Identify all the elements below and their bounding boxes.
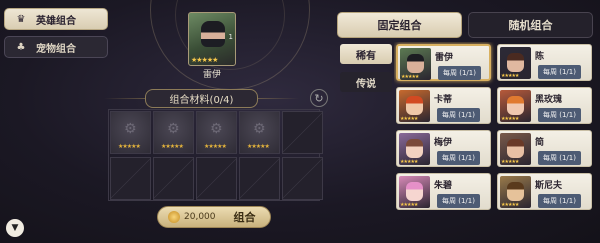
weekly-limit-badge: 每周 (1/1) <box>538 151 581 165</box>
sidebar-item-label: 宠物组合 <box>36 43 76 55</box>
hero-list-item[interactable]: ★★★★★ 雷伊每周 (1/1) <box>396 44 491 81</box>
weekly-limit-badge: 每周 (1/1) <box>438 66 481 80</box>
star-rating: ★★★★★ <box>401 74 419 80</box>
star-rating: ★★★★★ <box>501 202 519 208</box>
sidebar: ♛ 英雄组合 ♣ 宠物组合 <box>4 8 108 64</box>
hero-face <box>507 96 524 115</box>
star-rating: ★★★★★ <box>400 202 418 208</box>
hero-name: 黑玫瑰 <box>535 95 563 105</box>
hero-face <box>507 139 524 158</box>
hero-list-item[interactable]: ★★★★★ 梅伊每周 (1/1) <box>396 130 491 167</box>
rarity-rare[interactable]: 稀有 <box>340 44 392 64</box>
rarity-filter: 稀有 传说 <box>340 44 392 100</box>
hero-face <box>406 139 423 158</box>
hero-list-item[interactable]: ★★★★★ 简每周 (1/1) <box>497 130 592 167</box>
hero-list-item[interactable]: ★★★★★ 斯尼夫每周 (1/1) <box>497 173 592 210</box>
gold-coin-icon <box>168 211 180 223</box>
sidebar-item-label: 英雄组合 <box>36 15 76 27</box>
cost-value: 20,000 <box>184 212 216 222</box>
material-slot[interactable]: ⚙ ★★★★★ <box>239 111 280 154</box>
hero-face <box>507 53 524 72</box>
refresh-icon: ↻ <box>314 91 324 105</box>
combine-label: 组合 <box>233 211 256 224</box>
tab-random-combine[interactable]: 随机组合 <box>468 12 593 38</box>
weekly-limit-badge: 每周 (1/1) <box>437 108 480 122</box>
placeholder-hero-icon: ⚙ <box>253 121 266 137</box>
hero-portrait: ★★★★★ <box>399 133 430 165</box>
hero-list: ★★★★★ 雷伊 每周 (1/1) ★★★★★ 陈每周 (1/1) ★★★★★ 卡蒂 每周 (… <box>394 42 596 212</box>
tab-fixed-combine[interactable]: 固定组合 <box>337 12 462 38</box>
placeholder-hero-icon: ⚙ <box>210 121 223 137</box>
crown-icon: ♛ <box>16 13 26 25</box>
sidebar-item-hero-combine[interactable]: ♛ 英雄组合 <box>4 8 108 30</box>
hero-portrait: ★★★★★ <box>399 90 430 122</box>
hero-list-item[interactable]: ★★★★★ 黑玫瑰每周 (1/1) <box>497 87 592 124</box>
hero-name: 梅伊 <box>434 138 453 148</box>
hero-portrait: ★★★★★ <box>500 176 531 208</box>
material-slot[interactable]: ⚙ ★★★★★ <box>153 111 194 154</box>
hero-list-item[interactable]: ★★★★★ 朱碧每周 (1/1) <box>396 173 491 210</box>
hero-portrait: ★★★★★ <box>500 47 531 79</box>
material-slot[interactable] <box>282 157 323 200</box>
filter-icon: ▼ <box>11 223 19 233</box>
hero-face <box>406 96 423 115</box>
material-slot[interactable] <box>282 111 323 154</box>
hero-name: 简 <box>535 138 545 148</box>
hero-face <box>406 182 423 201</box>
target-hero-card[interactable]: 1 ★★★★★ <box>188 12 236 66</box>
material-slot[interactable]: ⚙ ★★★★★ <box>196 111 237 154</box>
hero-list-panel[interactable]: ★★★★★ 雷伊 每周 (1/1) ★★★★★ 陈每周 (1/1) ★★★★★ 卡蒂 每周 (… <box>394 42 596 243</box>
hero-portrait: ★★★★★ <box>400 48 431 80</box>
filter-button[interactable]: ▼ <box>6 219 24 237</box>
weekly-limit-badge: 每周 (1/1) <box>437 194 480 208</box>
hero-name: 朱碧 <box>434 181 453 191</box>
star-rating: ★★★★★ <box>400 159 418 165</box>
materials-header: 组合材料(0/4) <box>104 88 299 108</box>
material-slot-grid: ⚙ ★★★★★ ⚙ ★★★★★ ⚙ ★★★★★ ⚙ ★★★★★ <box>108 109 323 201</box>
star-rating: ★★★★★ <box>247 143 270 150</box>
target-hero-name: 雷伊 <box>202 70 221 80</box>
hero-face <box>507 182 524 201</box>
combine-type-tabs: 固定组合 随机组合 <box>337 12 593 38</box>
material-slot[interactable]: ⚙ ★★★★★ <box>110 111 151 154</box>
star-rating: ★★★★★ <box>161 143 184 150</box>
star-rating: ★★★★★ <box>501 116 519 122</box>
materials-label: 组合材料(0/4) <box>144 88 259 108</box>
hero-name: 卡蒂 <box>434 95 453 105</box>
star-rating: ★★★★★ <box>501 159 519 165</box>
star-rating: ★★★★★ <box>204 143 227 150</box>
material-slot[interactable] <box>110 157 151 200</box>
material-slot[interactable] <box>153 157 194 200</box>
hero-portrait <box>201 21 225 47</box>
combine-button[interactable]: 20,000 组合 <box>157 206 271 228</box>
hero-name: 雷伊 <box>435 53 454 63</box>
weekly-limit-badge: 每周 (1/1) <box>538 108 581 122</box>
weekly-limit-badge: 每周 (1/1) <box>437 151 480 165</box>
refresh-button[interactable]: ↻ <box>310 89 328 107</box>
hero-list-item[interactable]: ★★★★★ 陈每周 (1/1) <box>497 44 592 81</box>
material-slot[interactable] <box>239 157 280 200</box>
weekly-limit-badge: 每周 (1/1) <box>538 194 581 208</box>
rarity-legend[interactable]: 传说 <box>340 72 392 92</box>
weekly-limit-badge: 每周 (1/1) <box>538 65 581 79</box>
paw-icon: ♣ <box>16 41 26 53</box>
star-rating: ★★★★★ <box>118 143 141 150</box>
star-rating: ★★★★★ <box>191 56 218 64</box>
placeholder-hero-icon: ⚙ <box>124 121 137 137</box>
hero-name: 陈 <box>535 52 545 62</box>
hero-portrait: ★★★★★ <box>399 176 430 208</box>
star-rating: ★★★★★ <box>400 116 418 122</box>
hero-face <box>407 54 424 73</box>
placeholder-hero-icon: ⚙ <box>167 121 180 137</box>
hero-name: 斯尼夫 <box>535 181 563 191</box>
hero-level: 1 <box>228 33 233 41</box>
hero-portrait: ★★★★★ <box>500 90 531 122</box>
sidebar-item-pet-combine[interactable]: ♣ 宠物组合 <box>4 36 108 58</box>
hero-portrait: ★★★★★ <box>500 133 531 165</box>
star-rating: ★★★★★ <box>501 73 519 79</box>
material-slot[interactable] <box>196 157 237 200</box>
hero-list-item[interactable]: ★★★★★ 卡蒂每周 (1/1) <box>396 87 491 124</box>
